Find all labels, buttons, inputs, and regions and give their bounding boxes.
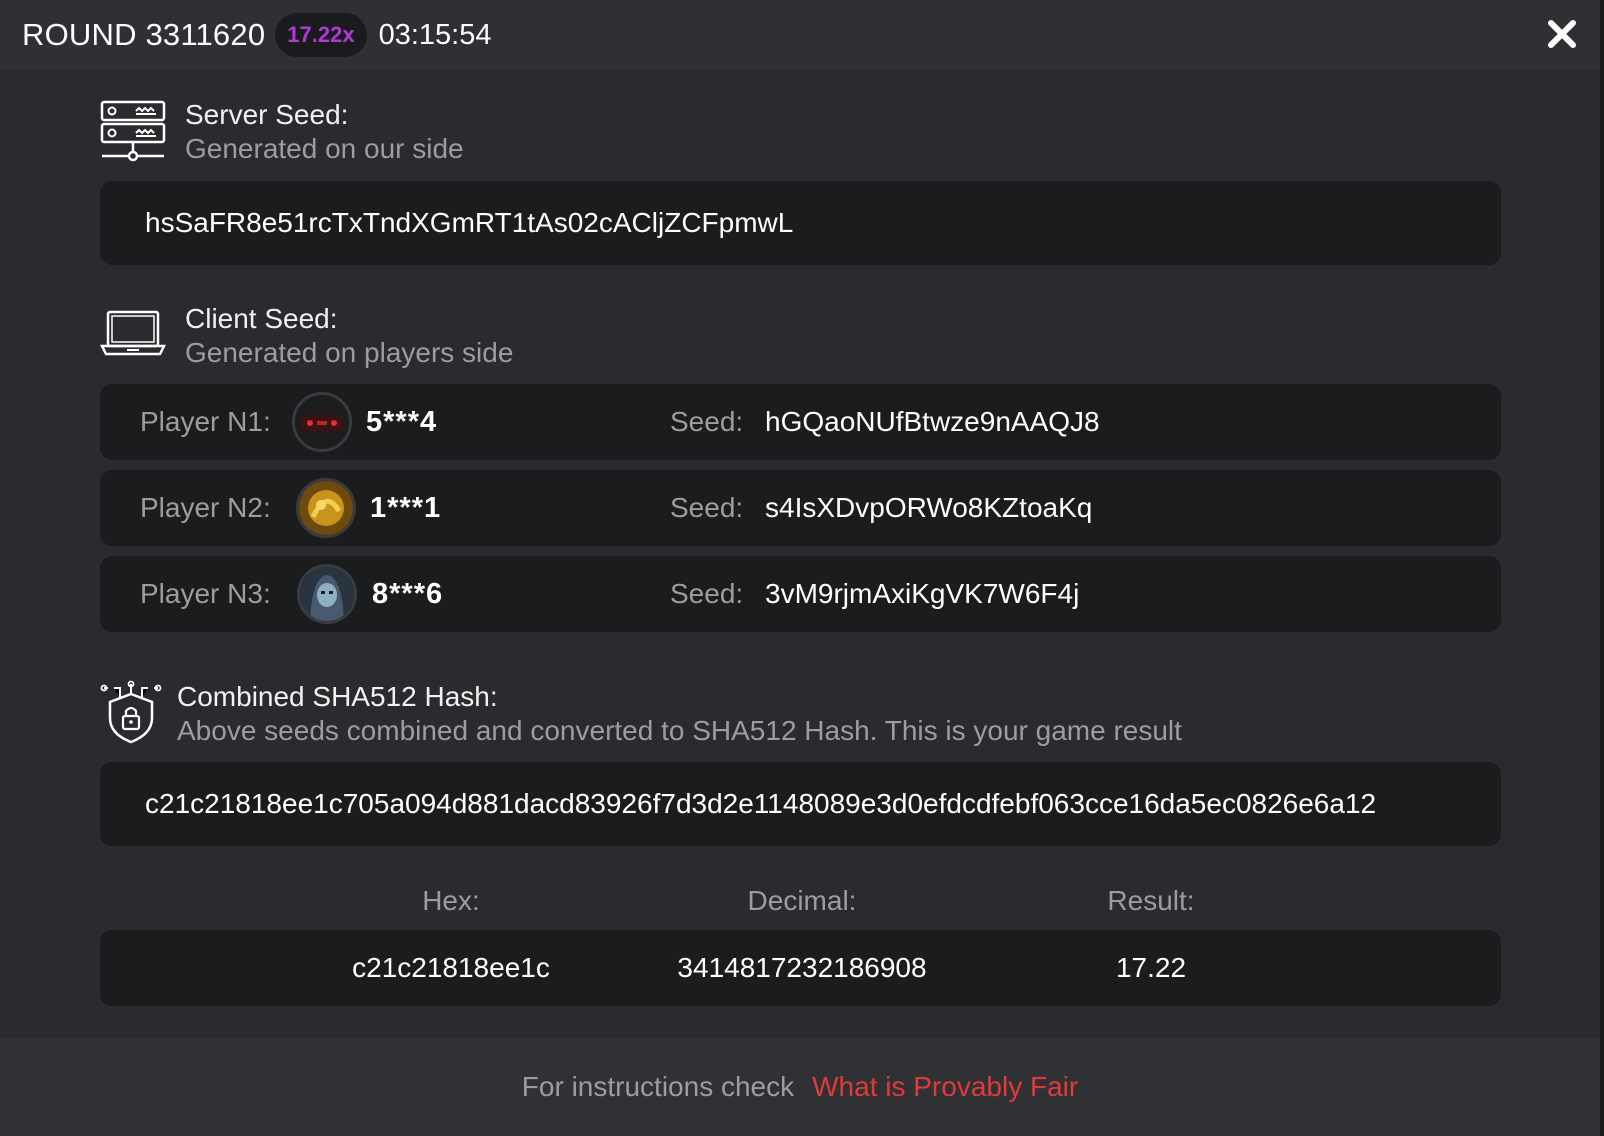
modal-footer: For instructions check What is Provably …: [0, 1038, 1600, 1136]
server-seed-title: Server Seed:: [185, 99, 349, 130]
player-label: Player N2:: [140, 492, 271, 523]
round-title: ROUND 3311620: [22, 17, 266, 52]
hash-value[interactable]: c21c21818ee1c705a094d881dacd83926f7d3d2e…: [145, 788, 1455, 820]
player-seed-value[interactable]: s4IsXDvpORWo8KZtoaKq: [765, 492, 1092, 524]
player-label: Player N1:: [140, 406, 271, 437]
close-icon: [1548, 20, 1576, 48]
avatar-image: [300, 567, 354, 621]
seed-label: Seed:: [670, 578, 744, 609]
server-seed-subtitle: Generated on our side: [185, 133, 464, 164]
provably-fair-link[interactable]: What is Provably Fair: [812, 1071, 1078, 1103]
hash-subtitle: Above seeds combined and converted to SH…: [177, 715, 1182, 746]
server-seed-text: Server Seed: Generated on our side: [185, 98, 464, 166]
player-name: 5***4: [366, 405, 438, 438]
multiplier-badge: 17.22x: [275, 13, 367, 57]
decimal-label: Decimal:: [747, 885, 857, 916]
footer-text: For instructions check: [521, 1071, 795, 1102]
server-seed-value[interactable]: hsSaFR8e51rcTxTndXGmRT1tAs02cACljZCFpmwL: [145, 207, 1455, 239]
seed-label: Seed:: [670, 406, 744, 437]
avatar-image: [295, 395, 349, 449]
result-label: Result:: [1107, 885, 1195, 916]
server-seed-value-box: hsSaFR8e51rcTxTndXGmRT1tAs02cACljZCFpmwL: [100, 181, 1501, 265]
avatar: [296, 478, 356, 538]
client-seed-subtitle: Generated on players side: [185, 337, 514, 368]
player-row: Player N2: 1***1 Seed: s4IsXDvpORWo8KZto…: [100, 470, 1501, 546]
hash-title: Combined SHA512 Hash:: [177, 681, 498, 712]
server-icon: [100, 100, 166, 162]
player-row: Player N1: 5***4 Seed: hGQaoNUfBtwze9nAA…: [100, 384, 1501, 460]
server-seed-header: Server Seed: Generated on our side: [100, 98, 464, 166]
result-row: c21c21818ee1c 3414817232186908 17.22: [100, 930, 1501, 1006]
laptop-icon: [100, 310, 166, 356]
close-button[interactable]: [1546, 18, 1578, 50]
decimal-value: 3414817232186908: [677, 952, 927, 983]
player-seed-value[interactable]: 3vM9rjmAxiKgVK7W6F4j: [765, 578, 1079, 610]
player-seed-value[interactable]: hGQaoNUfBtwze9nAAQJ8: [765, 406, 1100, 438]
result-value: 17.22: [1115, 952, 1187, 983]
avatar-image: [299, 481, 353, 535]
player-name: 1***1: [370, 491, 442, 524]
client-seed-text: Client Seed: Generated on players side: [185, 302, 513, 370]
hex-value: c21c21818ee1c: [352, 952, 550, 983]
seed-label: Seed:: [670, 492, 744, 523]
round-details-modal: ROUND 3311620 17.22x 03:15:54 Server See…: [0, 0, 1604, 1136]
avatar: [297, 564, 357, 624]
client-seed-header: Client Seed: Generated on players side: [100, 302, 513, 370]
shield-lock-icon: [100, 680, 162, 744]
player-name: 8***6: [372, 577, 444, 610]
hash-value-box: c21c21818ee1c705a094d881dacd83926f7d3d2e…: [100, 762, 1501, 846]
modal-header: ROUND 3311620 17.22x 03:15:54: [0, 0, 1600, 70]
player-label: Player N3:: [140, 578, 271, 609]
player-row: Player N3: 8***6 Seed: 3vM9rjmAxiKgVK7W6…: [100, 556, 1501, 632]
client-seed-title: Client Seed:: [185, 303, 338, 334]
avatar: [292, 392, 352, 452]
hash-header: Combined SHA512 Hash: Above seeds combin…: [100, 680, 1182, 748]
hash-text: Combined SHA512 Hash: Above seeds combin…: [177, 680, 1182, 748]
round-time: 03:15:54: [378, 18, 492, 51]
hex-label: Hex:: [422, 885, 480, 916]
